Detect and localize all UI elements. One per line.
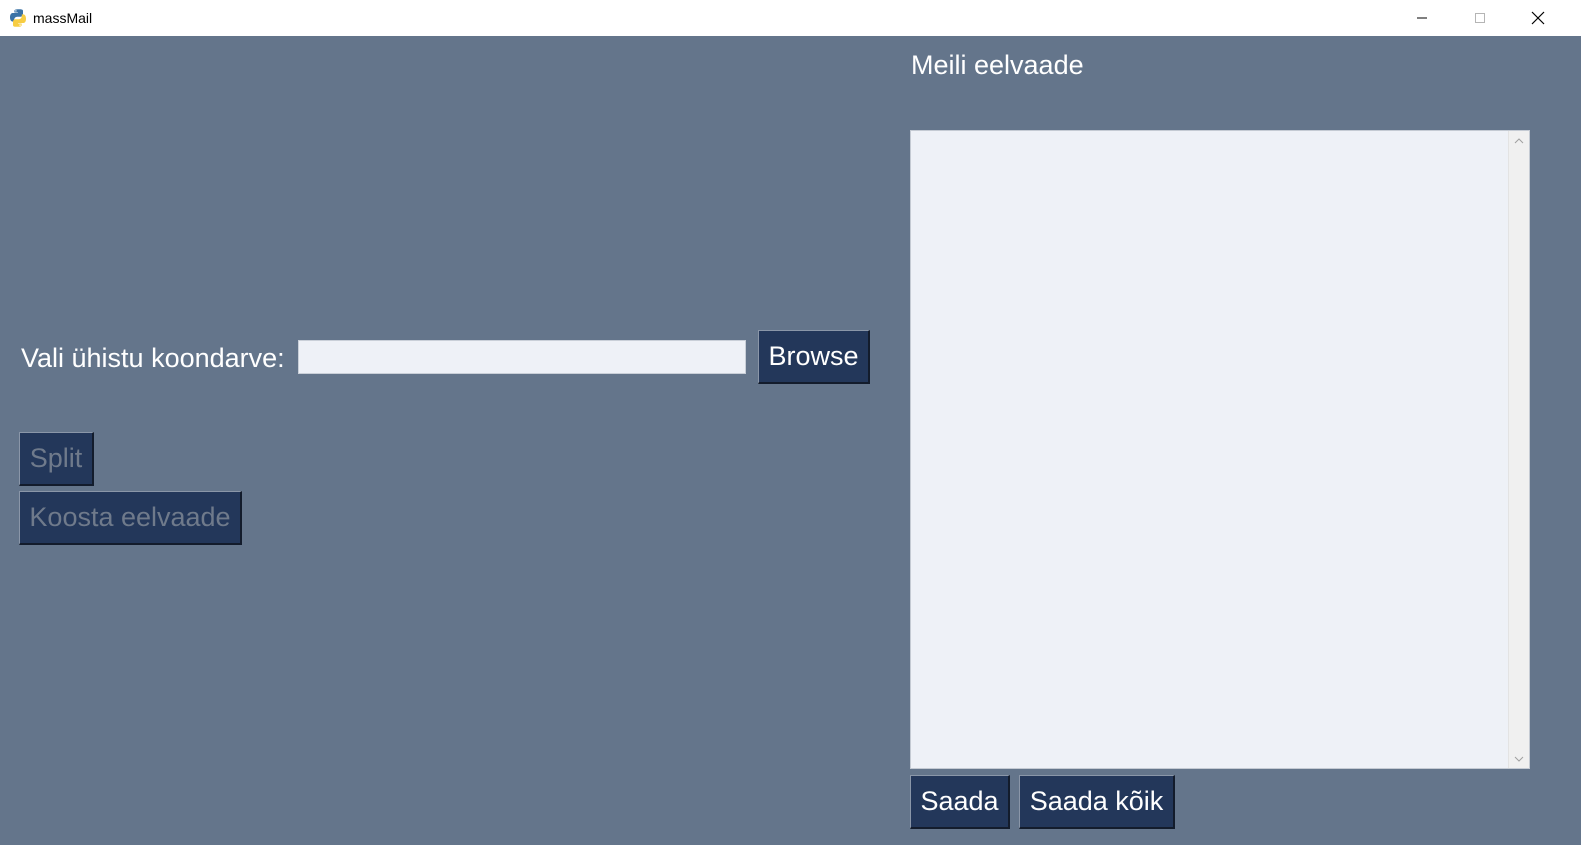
split-button[interactable]: Split	[19, 432, 94, 486]
minimize-button[interactable]	[1393, 0, 1451, 36]
preview-title: Meili eelvaade	[911, 50, 1084, 80]
send-button[interactable]: Saada	[910, 775, 1010, 829]
scroll-up-icon[interactable]	[1509, 132, 1529, 149]
app-window: massMail Vali ühistu koondarve: Browse S…	[0, 0, 1581, 845]
file-label: Vali ühistu koondarve:	[21, 343, 285, 373]
preview-scrollbar[interactable]	[1508, 131, 1529, 768]
email-preview-textarea[interactable]	[910, 130, 1530, 769]
send-all-button[interactable]: Saada kõik	[1019, 775, 1175, 829]
file-path-input[interactable]	[298, 340, 746, 374]
python-icon	[8, 8, 28, 28]
close-button[interactable]	[1509, 0, 1567, 36]
scroll-down-icon[interactable]	[1509, 750, 1529, 767]
maximize-icon	[1474, 12, 1486, 24]
browse-button[interactable]: Browse	[758, 330, 870, 384]
close-icon	[1531, 11, 1545, 25]
build-preview-button[interactable]: Koosta eelvaade	[19, 491, 242, 545]
window-title: massMail	[33, 10, 93, 26]
maximize-button[interactable]	[1451, 0, 1509, 36]
title-bar: massMail	[0, 0, 1581, 36]
minimize-icon	[1416, 12, 1428, 24]
